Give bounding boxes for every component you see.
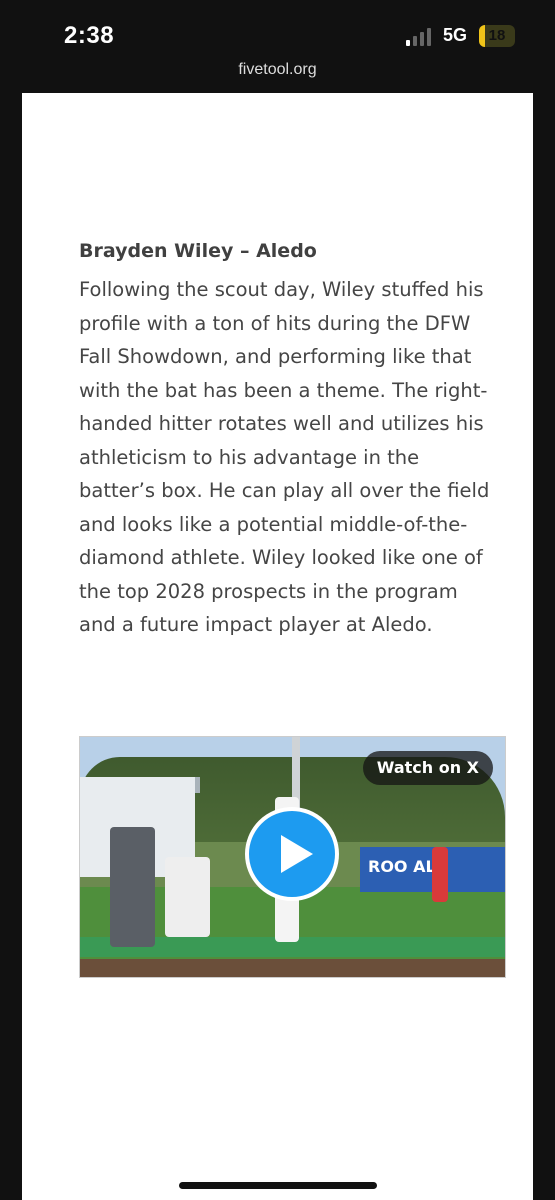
video-dirt xyxy=(80,959,505,977)
article-heading: Brayden Wiley – Aledo xyxy=(79,240,317,262)
play-button[interactable] xyxy=(245,807,339,901)
battery-icon: 18 xyxy=(479,25,515,47)
network-type: 5G xyxy=(443,25,468,45)
watch-on-x-button[interactable]: Watch on X xyxy=(362,751,493,785)
coach-figure xyxy=(432,847,448,902)
umpire-figure xyxy=(110,827,155,947)
video-fence-text: ROO AL xyxy=(368,857,436,876)
status-time: 2:38 xyxy=(64,22,115,49)
web-page: Brayden Wiley – Aledo Following the scou… xyxy=(22,93,533,1200)
play-icon xyxy=(281,835,313,873)
article-paragraph: Following the scout day, Wiley stuffed h… xyxy=(79,278,490,636)
battery-level: 18 xyxy=(488,27,506,44)
signal-icon xyxy=(406,28,434,46)
catcher-figure xyxy=(165,857,210,937)
home-indicator[interactable] xyxy=(179,1182,377,1189)
status-bar: 2:38 5G 18 fivetool.org xyxy=(0,0,555,78)
address-bar-url[interactable]: fivetool.org xyxy=(0,61,555,79)
embedded-video[interactable]: ROO AL Watch on X xyxy=(79,736,506,978)
